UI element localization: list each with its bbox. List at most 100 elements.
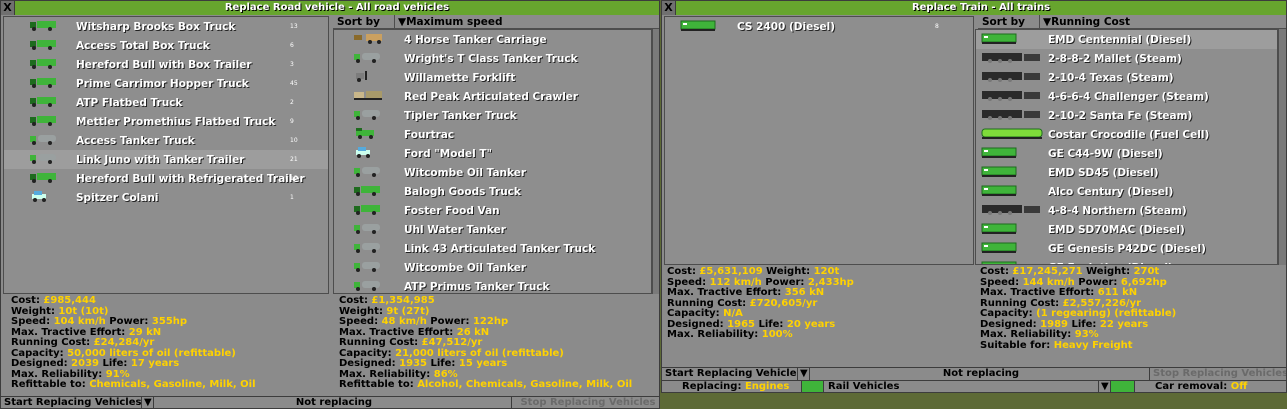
list-item[interactable]: 2-10-4 Texas (Steam) (976, 68, 1277, 87)
list-item[interactable]: GE Genesis P42DC (Diesel) (976, 239, 1277, 258)
railtype-dropdown-arrow-icon[interactable]: ▼ (1099, 381, 1111, 392)
list-item[interactable]: Mettler Promethius Flatbed Truck 9 (4, 112, 328, 131)
train-titlebar[interactable]: X Replace Train - All trains (662, 1, 1286, 15)
list-item[interactable]: Spitzer Colani 1 (4, 188, 328, 207)
list-item[interactable]: Balogh Goods Truck (334, 182, 651, 201)
road-scrollbar[interactable] (652, 29, 659, 294)
list-item[interactable]: EMD SD70MAC (Diesel) (976, 220, 1277, 239)
list-item[interactable]: Witsharp Brooks Box Truck 13 (4, 17, 328, 36)
list-item[interactable]: Access Total Box Truck 6 (4, 36, 328, 55)
steam-loco-icon (976, 108, 1048, 123)
list-item[interactable]: GE Evolution (Diesel) (976, 258, 1277, 264)
road-sort-button[interactable]: Sort by (333, 15, 395, 28)
sort-arrow-icon: ▼ (398, 16, 407, 28)
vehicle-name: Link Juno with Tanker Trailer (76, 153, 245, 166)
list-item[interactable]: EMD Centennial (Diesel) (976, 30, 1277, 49)
road-stop-replacing-button[interactable]: Stop Replacing Vehicles (512, 397, 659, 408)
list-item[interactable]: Ford "Model T" (334, 144, 651, 163)
list-item[interactable]: Foster Food Van (334, 201, 651, 220)
list-item[interactable]: CS 2400 (Diesel) 8 (665, 17, 973, 36)
list-item[interactable]: Link Juno with Tanker Trailer 21 (4, 150, 328, 169)
detail-label: Max. Reliability: (339, 368, 434, 380)
train-start-replacing-button[interactable]: Start Replacing Vehicles (662, 368, 798, 380)
list-item[interactable]: Uhl Water Tanker (334, 220, 651, 239)
list-item[interactable]: GE C44-9W (Diesel) (976, 144, 1277, 163)
list-item[interactable]: Witcombe Oil Tanker (334, 163, 651, 182)
vehicle-name: Hereford Bull with Box Trailer (76, 58, 252, 71)
list-item[interactable]: 4 Horse Tanker Carriage (334, 30, 651, 49)
list-item[interactable]: ATP Primus Tanker Truck (334, 277, 651, 293)
list-item[interactable]: Prime Carrimor Hopper Truck 45 (4, 74, 328, 93)
vehicle-count: 21 (290, 156, 298, 163)
road-close-button[interactable]: X (1, 1, 15, 15)
vehicle-name: 4 Horse Tanker Carriage (404, 33, 547, 46)
detail-label: Weight: (339, 305, 387, 317)
list-item[interactable]: EMD SD45 (Diesel) (976, 163, 1277, 182)
list-item[interactable]: Link 43 Articulated Tanker Truck (334, 239, 651, 258)
detail-label: Suitable for: (980, 339, 1054, 351)
truck-icon (4, 19, 76, 34)
list-item[interactable]: Tipler Tanker Truck (334, 106, 651, 125)
vehicle-name: Willamette Forklift (404, 71, 516, 84)
train-railtype-dropdown[interactable]: Rail Vehicles (824, 381, 1099, 392)
vehicle-name: Witcombe Oil Tanker (404, 261, 527, 274)
train-car-removal-toggle[interactable]: Car removal: Off (1135, 381, 1286, 392)
detail-value: 1965 (727, 318, 756, 330)
train-sort-button[interactable]: Sort by (978, 15, 1040, 28)
list-item[interactable]: Red Peak Articulated Crawler (334, 87, 651, 106)
detail-value: 91% (105, 368, 130, 380)
road-dropdown-arrow-icon[interactable]: ▼ (142, 397, 154, 408)
vehicle-name: Witsharp Brooks Box Truck (76, 20, 236, 33)
detail-value: N/A (723, 308, 743, 319)
list-item[interactable]: Wright's T Class Tanker Truck (334, 49, 651, 68)
list-item[interactable]: Willamette Forklift (334, 68, 651, 87)
road-bottom-bar: Start Replacing Vehicles ▼ Not replacing… (1, 396, 659, 408)
detail-value: 2039 (71, 358, 100, 369)
list-item[interactable]: ATP Flatbed Truck 2 (4, 93, 328, 112)
train-stop-replacing-button[interactable]: Stop Replacing Vehicles (1150, 368, 1286, 380)
list-item[interactable]: Fourtrac (334, 125, 651, 144)
detail-label: Refittable to: (339, 379, 418, 390)
detail-label: Designed: (339, 358, 400, 369)
truck-icon (4, 95, 76, 110)
road-sort-header: Sort by ▼Maximum speed (333, 15, 659, 29)
train-close-button[interactable]: X (662, 1, 676, 15)
sort-arrow-icon: ▼ (1043, 16, 1052, 28)
detail-value: £5,631,109 (699, 266, 763, 277)
fuelcell-loco-icon (976, 127, 1048, 142)
road-sort-dropdown[interactable]: ▼Maximum speed (395, 15, 659, 28)
list-item[interactable]: Hereford Bull with Box Trailer 3 (4, 55, 328, 74)
list-item[interactable]: Alco Century (Diesel) (976, 182, 1277, 201)
list-item[interactable]: Costar Crocodile (Fuel Cell) (976, 125, 1277, 144)
tanker-truck-icon (4, 133, 76, 148)
train-scrollbar[interactable] (1278, 29, 1286, 265)
detail-label: Speed: (980, 276, 1023, 288)
list-item[interactable]: Witcombe Oil Tanker (334, 258, 651, 277)
diesel-loco-icon (976, 32, 1048, 47)
train-sort-dropdown[interactable]: ▼Running Cost (1040, 15, 1286, 28)
detail-value: 20 years (786, 318, 836, 330)
list-item[interactable]: 4-6-6-4 Challenger (Steam) (976, 87, 1277, 106)
vehicle-name: Mettler Promethius Flatbed Truck (76, 115, 276, 128)
detail-value: 29 kN (128, 326, 162, 338)
train-dropdown-arrow-icon[interactable]: ▼ (798, 368, 810, 380)
train-replace-window: X Replace Train - All trains CS 2400 (Di… (661, 0, 1287, 393)
list-item[interactable]: 2-8-8-2 Mallet (Steam) (976, 49, 1277, 68)
road-replacement-details: Cost: £1,354,985 Weight: 9t (27t) Speed: 4… (339, 295, 657, 391)
detail-label: Cost: (667, 266, 700, 277)
vehicle-name: ATP Flatbed Truck (76, 96, 183, 109)
train-replacing-toggle[interactable]: Replacing: Engines (662, 381, 802, 392)
list-item[interactable]: 2-10-2 Santa Fe (Steam) (976, 106, 1277, 125)
vehicle-name: ATP Primus Tanker Truck (404, 280, 550, 293)
list-item[interactable]: 4-8-4 Northern (Steam) (976, 201, 1277, 220)
diesel-loco-icon (976, 165, 1048, 180)
vehicle-name: EMD SD70MAC (Diesel) (1048, 223, 1185, 236)
detail-value: 48 km/h (381, 316, 427, 327)
detail-label: Max. Reliability: (980, 329, 1075, 340)
road-start-replacing-button[interactable]: Start Replacing Vehicles (1, 397, 142, 408)
road-titlebar[interactable]: X Replace Road vehicle - All road vehicl… (1, 1, 659, 15)
detail-value: 86% (433, 368, 458, 380)
vehicle-name: GE Genesis P42DC (Diesel) (1048, 242, 1206, 255)
list-item[interactable]: Access Tanker Truck 10 (4, 131, 328, 150)
list-item[interactable]: Hereford Bull with Refrigerated Trailer 1… (4, 169, 328, 188)
